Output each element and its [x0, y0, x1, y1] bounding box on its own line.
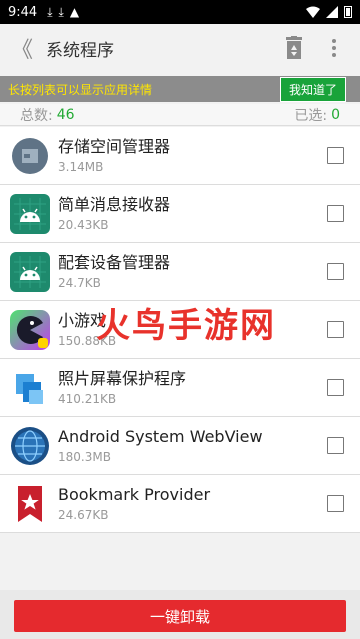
- app-name: 配套设备管理器: [58, 253, 171, 272]
- selected-count: 0: [331, 106, 340, 123]
- select-checkbox[interactable]: [327, 147, 344, 164]
- notification-app-icon: ▲: [69, 5, 80, 19]
- status-bar: 9:44 ⤓ ⤓ ▲: [0, 0, 360, 24]
- android-robot-icon: [10, 251, 50, 292]
- select-checkbox[interactable]: [327, 437, 344, 454]
- select-checkbox[interactable]: [327, 263, 344, 280]
- app-name: 照片屏幕保护程序: [58, 369, 187, 388]
- one-click-uninstall-button[interactable]: 一键卸载: [14, 600, 346, 632]
- app-size: 3.14MB: [58, 160, 104, 174]
- page-title: 系统程序: [46, 40, 114, 61]
- select-checkbox[interactable]: [327, 495, 344, 512]
- total-count: 46: [56, 106, 75, 123]
- watermark-text: 火鸟手游网: [96, 306, 276, 346]
- app-size: 24.7KB: [58, 276, 101, 290]
- storage-manager-icon: [10, 136, 50, 176]
- list-item[interactable]: 配套设备管理器 24.7KB: [0, 243, 360, 301]
- bookmark-icon: [10, 484, 50, 524]
- app-name: 存储空间管理器: [58, 137, 171, 156]
- photo-screensaver-icon: [10, 368, 50, 408]
- toolbar: 《 系统程序: [0, 24, 360, 72]
- counts-bar: 总数: 46 已选: 0: [0, 104, 360, 126]
- signal-icon: [326, 6, 338, 18]
- download-icon: ⤓: [58, 4, 64, 19]
- more-options-button[interactable]: [314, 39, 354, 57]
- select-checkbox[interactable]: [327, 205, 344, 222]
- total-label: 总数:: [20, 107, 53, 124]
- list-item[interactable]: 存储空间管理器 3.14MB: [0, 127, 360, 185]
- list-item[interactable]: Android System WebView 180.3MB: [0, 417, 360, 475]
- mini-game-icon: [10, 309, 50, 350]
- trash-icon: [286, 36, 302, 59]
- app-size: 410.21KB: [58, 392, 117, 406]
- list-item[interactable]: Bookmark Provider 24.67KB: [0, 475, 360, 533]
- app-size: 20.43KB: [58, 218, 109, 232]
- back-button[interactable]: 《: [0, 32, 44, 64]
- app-size: 24.67KB: [58, 508, 109, 522]
- webview-globe-icon: [10, 426, 50, 466]
- app-name: 简单消息接收器: [58, 195, 171, 214]
- got-it-button[interactable]: 我知道了: [279, 76, 346, 102]
- app-name: Bookmark Provider: [58, 485, 211, 504]
- app-name: Android System WebView: [58, 427, 263, 446]
- list-item[interactable]: 简单消息接收器 20.43KB: [0, 185, 360, 243]
- status-time: 9:44: [8, 4, 38, 20]
- select-checkbox[interactable]: [327, 379, 344, 396]
- list-item[interactable]: 照片屏幕保护程序 410.21KB: [0, 359, 360, 417]
- wifi-icon: [306, 6, 320, 18]
- download-icon: ⤓: [47, 4, 53, 19]
- recycle-bin-button[interactable]: [274, 36, 314, 60]
- battery-icon: [344, 6, 352, 18]
- android-robot-icon: [10, 193, 50, 234]
- app-size: 180.3MB: [58, 450, 111, 464]
- selected-label: 已选:: [294, 107, 328, 124]
- tip-banner: 长按列表可以显示应用详情 我知道了: [0, 76, 360, 102]
- select-checkbox[interactable]: [327, 321, 344, 338]
- tip-text: 长按列表可以显示应用详情: [8, 82, 153, 97]
